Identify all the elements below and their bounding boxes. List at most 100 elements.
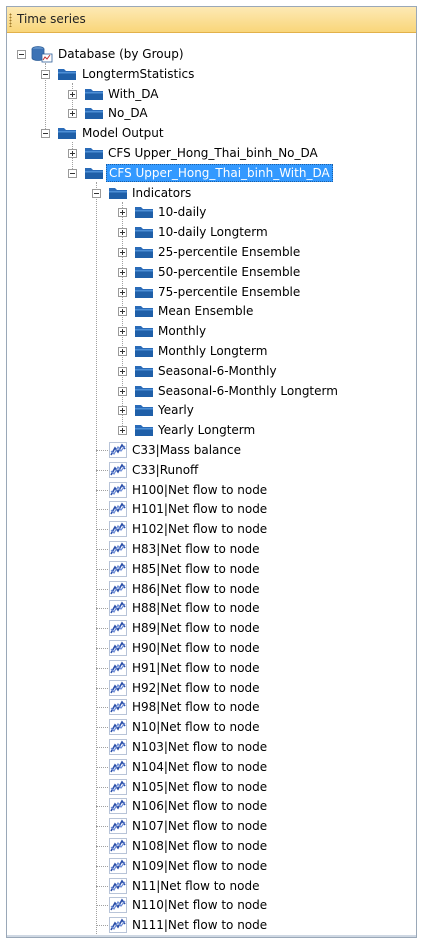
tree-node-label: 25-percentile Ensemble [158, 245, 301, 259]
tree-node-label: H100|Net flow to node [132, 482, 268, 497]
tree-connector-line [96, 667, 108, 669]
time-series-icon [109, 897, 127, 914]
tree-connector-line [96, 568, 108, 570]
tree-node-label: CFS Upper_Hong_Thai_binh_With_DA [106, 163, 333, 182]
tree-node-label: No_DA [108, 106, 148, 121]
expand-plus-icon[interactable] [118, 406, 127, 416]
panel-bottom-border [7, 935, 416, 937]
time-series-icon [109, 877, 127, 894]
time-series-icon [109, 758, 127, 775]
tree-node-label: Monthly [158, 324, 207, 339]
tree-node-label: N107|Net flow to node [132, 819, 268, 834]
collapse-minus-icon[interactable] [92, 188, 101, 198]
folder-icon [134, 304, 154, 318]
tree-node-label: Seasonal-6-Monthly Longterm [158, 383, 338, 398]
folder-icon [134, 205, 154, 219]
expand-plus-icon[interactable] [68, 149, 77, 158]
time-series-icon [109, 640, 127, 656]
tree-node-label: N109|Net flow to node [132, 858, 268, 873]
tree-node-label: N106|Net flow to node [132, 799, 268, 814]
tree-node-label: N104|Net flow to node [132, 759, 268, 774]
expand-plus-icon[interactable] [68, 89, 77, 99]
tree-node-label: Yearly Longterm [158, 423, 256, 438]
time-series-icon [109, 838, 127, 854]
tree-connector-line [96, 826, 108, 828]
time-series-icon [109, 521, 127, 538]
collapse-minus-icon[interactable] [41, 69, 50, 79]
tree-node-label: Model Output [82, 126, 164, 141]
time-series-icon [109, 699, 127, 716]
expand-plus-icon[interactable] [118, 267, 127, 277]
tree-connector-line [96, 865, 108, 867]
time-series-icon [109, 541, 127, 557]
tree-node-label: 10-daily Longterm [158, 225, 268, 240]
expand-plus-icon[interactable] [118, 287, 127, 297]
tree-node-label: H98|Net flow to node [132, 700, 260, 715]
folder-icon [134, 344, 154, 358]
tree-node-label: C33|Runoff [132, 462, 199, 477]
panel-title-bar[interactable]: Time series [7, 7, 416, 33]
tree-connector-line [96, 181, 97, 937]
time-series-icon [109, 917, 127, 934]
database-icon [31, 45, 53, 63]
expand-plus-icon[interactable] [118, 426, 127, 436]
tree-connector-line [96, 549, 108, 550]
tree-node-label: N105|Net flow to node [132, 779, 268, 794]
folder-icon [134, 225, 154, 239]
folder-icon [134, 364, 154, 378]
folder-icon [134, 245, 154, 259]
time-series-icon [109, 442, 127, 458]
tree-node-label: Mean Ensemble [158, 304, 254, 319]
time-series-icon [109, 560, 127, 577]
tree-connector-line [96, 786, 108, 788]
tree-connector-line [96, 885, 108, 887]
expand-plus-icon[interactable] [118, 386, 127, 396]
time-series-tree: Database (by Group) LongtermStatistics Wit… [7, 33, 416, 937]
expand-plus-icon[interactable] [118, 208, 127, 218]
expand-plus-icon[interactable] [118, 327, 127, 337]
expand-plus-icon[interactable] [118, 347, 127, 356]
tree-node-label: With_DA [108, 86, 159, 101]
tree-connector-line [96, 846, 108, 847]
tree-connector-line [96, 806, 108, 808]
tree-node-label: Seasonal-6-Monthly [158, 363, 277, 378]
tree-node-label: H83|Net flow to node [132, 542, 260, 556]
tree-connector-line [96, 469, 108, 471]
folder-icon [134, 285, 154, 299]
expand-plus-icon[interactable] [118, 307, 127, 317]
collapse-minus-icon[interactable] [68, 168, 77, 178]
time-series-panel: Time series Database (by Group) LongtermS… [6, 6, 417, 938]
tree-node-label: H85|Net flow to node [132, 561, 260, 576]
collapse-minus-icon[interactable] [17, 50, 26, 59]
drag-grip-icon[interactable] [9, 13, 12, 27]
tree-connector-line [96, 608, 108, 610]
time-series-icon [109, 719, 127, 736]
time-series-icon [109, 461, 127, 478]
tree-node-label: Yearly [158, 403, 194, 418]
tree-node-label: N10|Net flow to node [132, 720, 260, 735]
time-series-icon [109, 798, 127, 815]
time-series-icon [109, 818, 127, 835]
folder-icon [84, 166, 104, 180]
tree-node-label: Database (by Group) [58, 47, 184, 61]
tree-node-label: H102|Net flow to node [132, 522, 268, 537]
tree-node-label: N103|Net flow to node [132, 740, 268, 754]
folder-icon [84, 146, 104, 160]
expand-plus-icon[interactable] [118, 228, 127, 238]
expand-plus-icon[interactable] [68, 109, 77, 119]
tree-node-label: H91|Net flow to node [132, 660, 260, 675]
folder-icon [134, 324, 154, 338]
time-series-icon [109, 778, 127, 795]
time-series-icon [109, 501, 127, 518]
expand-plus-icon[interactable] [118, 366, 127, 376]
tree-connector-line [96, 648, 108, 649]
tree-connector-line [96, 628, 108, 630]
tree-node-label: C33|Mass balance [132, 443, 241, 457]
collapse-minus-icon[interactable] [41, 129, 50, 139]
folder-icon [84, 87, 104, 101]
folder-icon [57, 67, 77, 81]
time-series-icon [109, 580, 127, 597]
tree-connector-line [96, 588, 108, 590]
folder-icon [84, 106, 104, 120]
expand-plus-icon[interactable] [118, 248, 127, 257]
